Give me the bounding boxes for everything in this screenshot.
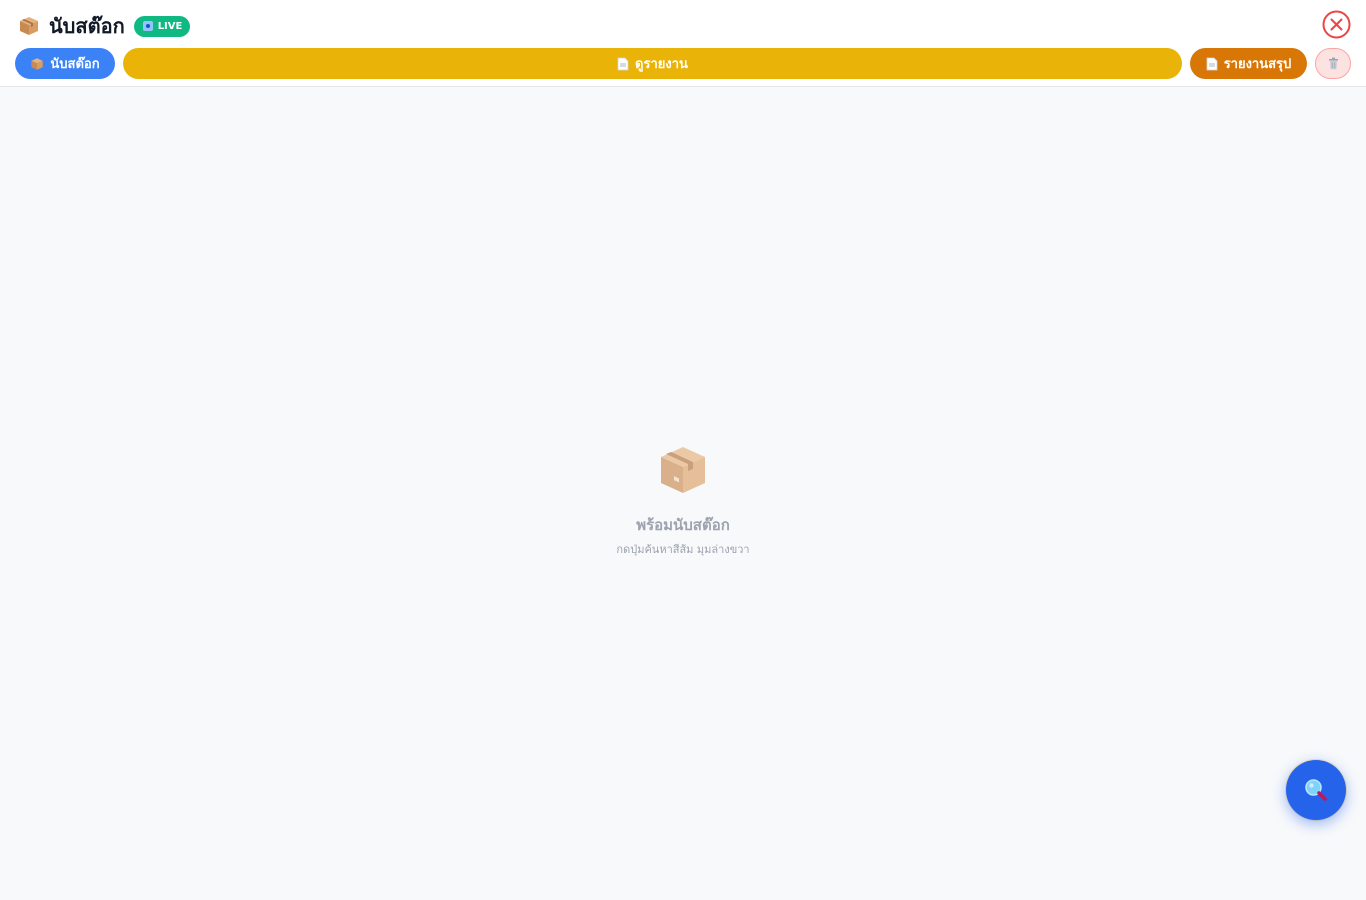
trash-icon — [1327, 57, 1340, 70]
page-title: นับสต๊อก — [49, 14, 125, 38]
live-badge: LIVE — [133, 15, 191, 37]
toolbar: นับสต๊อก ดูรายงาน รายงานสรุป — [15, 48, 1351, 79]
document-icon — [617, 57, 629, 71]
empty-state-title: พร้อมนับสต๊อก — [636, 516, 730, 534]
summary-report-button[interactable]: รายงานสรุป — [1190, 48, 1307, 79]
content-area: พร้อมนับสต๊อก กดปุ่มค้นหาสีส้ม มุมล่างขว… — [0, 87, 1366, 900]
title-row: นับสต๊อก LIVE — [18, 12, 191, 40]
live-status-icon — [142, 21, 153, 31]
empty-state: พร้อมนับสต๊อก กดปุ่มค้นหาสีส้ม มุมล่างขว… — [483, 443, 883, 558]
search-fab-button[interactable] — [1286, 760, 1346, 820]
package-icon — [18, 15, 40, 37]
live-label: LIVE — [157, 20, 183, 32]
clear-button[interactable] — [1315, 48, 1351, 79]
count-stock-button[interactable]: นับสต๊อก — [15, 48, 115, 79]
count-stock-label: นับสต๊อก — [50, 57, 100, 72]
view-report-button[interactable]: ดูรายงาน — [123, 48, 1182, 79]
package-icon — [30, 57, 44, 71]
package-icon — [661, 447, 705, 493]
summary-report-label: รายงานสรุป — [1223, 57, 1292, 72]
close-icon — [1322, 10, 1351, 39]
app-header: นับสต๊อก LIVE นับสต๊อก ดูรายงาน รายงานสร… — [0, 0, 1366, 87]
document-icon — [1206, 57, 1218, 71]
empty-state-subtitle: กดปุ่มค้นหาสีส้ม มุมล่างขวา — [616, 543, 750, 556]
view-report-label: ดูรายงาน — [635, 57, 688, 72]
search-icon — [1305, 779, 1327, 801]
close-button[interactable] — [1322, 10, 1351, 39]
